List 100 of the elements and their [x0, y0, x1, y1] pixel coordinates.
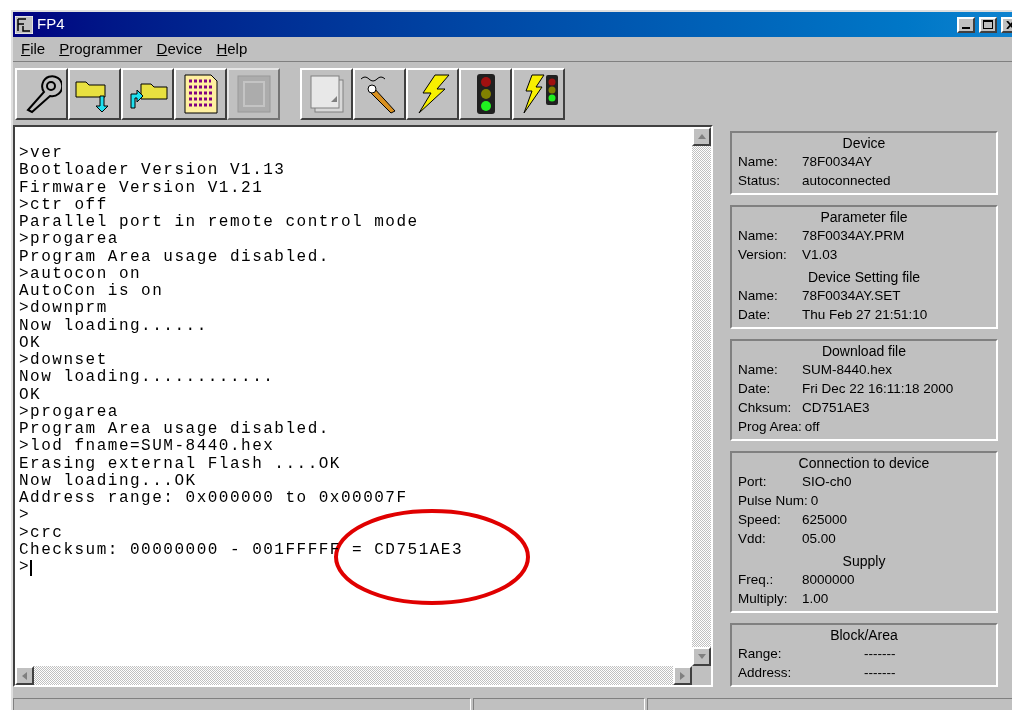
- console-line: Parallel port in remote control mode: [19, 214, 419, 232]
- field-label: Date:: [738, 306, 772, 324]
- field-value: 05.00: [802, 530, 836, 548]
- vertical-scrollbar[interactable]: [692, 127, 711, 666]
- field-value: SIO-ch0: [802, 473, 852, 491]
- scroll-up-button[interactable]: [692, 127, 711, 146]
- field-value: 625000: [802, 511, 848, 529]
- field-value: off: [804, 418, 820, 436]
- maximize-icon: [983, 20, 993, 29]
- toolbar-button[interactable]: [406, 67, 459, 120]
- horizontal-scrollbar[interactable]: [15, 666, 692, 685]
- group-heading: Block/Area: [829, 626, 899, 644]
- toolbar-button[interactable]: [121, 67, 174, 120]
- up-arrow-icon: [697, 134, 706, 139]
- down-arrow-icon: [697, 654, 706, 659]
- console-line: >downset: [19, 352, 108, 369]
- toolbar-button[interactable]: [459, 67, 512, 120]
- field-label: Pulse Num:: [738, 492, 809, 510]
- close-icon: [1005, 20, 1012, 29]
- toolbar-button[interactable]: [15, 67, 68, 120]
- menu-item[interactable]: Device: [152, 37, 207, 61]
- toolbar-button[interactable]: [512, 67, 565, 120]
- field-label: Address:: [738, 664, 793, 682]
- binary-document-icon: [182, 72, 219, 115]
- console-line: >ver: [19, 145, 64, 162]
- group-heading: Parameter file: [819, 208, 909, 226]
- console-line: Erasing external Flash ....OK: [19, 455, 341, 473]
- field-label: Version:: [738, 246, 788, 264]
- blank-page-icon: [308, 73, 345, 114]
- console-line: >: [19, 507, 31, 525]
- console-output[interactable]: [15, 127, 692, 666]
- console-line: OK: [19, 386, 42, 404]
- maximize-button[interactable]: [979, 16, 997, 33]
- field-label: Freq.:: [738, 571, 775, 589]
- console-line: AutoCon is on: [19, 283, 164, 300]
- group-heading: Device Setting file: [806, 268, 922, 286]
- field-value: 8000000: [802, 571, 855, 589]
- console-line: >lod fname=SUM-8440.hex: [19, 438, 275, 456]
- field-value: 78F0034AY.PRM: [802, 227, 905, 245]
- field-value: Fri Dec 22 16:11:18 2000: [802, 380, 954, 398]
- field-value: 78F0034AY: [802, 153, 873, 171]
- field-label: Name:: [738, 153, 779, 171]
- field-value: 1.00: [802, 590, 829, 608]
- console-line: Address range: 0x000000 to 0x00007F: [19, 490, 408, 508]
- field-label: Name:: [738, 361, 779, 379]
- app-icon: [15, 15, 33, 34]
- field-label: Status:: [738, 172, 782, 190]
- toolbar-button[interactable]: [174, 67, 227, 120]
- console-prompt: >: [19, 559, 31, 577]
- scroll-left-button[interactable]: [15, 666, 34, 685]
- minimize-button[interactable]: [957, 16, 975, 33]
- field-label: Name:: [738, 287, 779, 305]
- right-arrow-icon: [680, 671, 685, 680]
- console-line: >progarea: [19, 403, 119, 421]
- field-label: Prog Area:: [738, 418, 803, 436]
- console-line: Now loading............: [19, 369, 275, 387]
- group-heading: Supply: [841, 552, 887, 570]
- field-value: -------: [863, 664, 896, 682]
- field-label: Vdd:: [738, 530, 767, 548]
- field-label: Multiply:: [738, 590, 789, 608]
- field-value: 0: [810, 492, 819, 510]
- toolbar-button[interactable]: [300, 67, 353, 120]
- field-label: Range:: [738, 645, 783, 663]
- group-heading: Download file: [820, 342, 908, 360]
- menu-item[interactable]: Programmer: [55, 37, 147, 61]
- group-heading: Connection to device: [797, 454, 931, 472]
- field-value: V1.03: [802, 246, 838, 264]
- console-line: OK: [19, 334, 42, 352]
- console-line: >progarea: [19, 231, 119, 249]
- toolbar-button[interactable]: [68, 67, 121, 120]
- field-label: Port:: [738, 473, 768, 491]
- scroll-down-button[interactable]: [692, 647, 711, 666]
- console-line: Bootloader Version V1.13: [19, 162, 286, 180]
- field-label: Date:: [738, 380, 772, 398]
- chip-icon: [235, 73, 272, 114]
- field-label: Speed:: [738, 511, 782, 529]
- toolbar-button[interactable]: [353, 67, 406, 120]
- menu-item[interactable]: File: [17, 37, 50, 61]
- text-cursor: [30, 559, 33, 576]
- console-line: Program Area usage disabled.: [19, 248, 330, 266]
- field-value: 78F0034AY.SET: [802, 287, 901, 305]
- left-arrow-icon: [22, 671, 27, 680]
- field-value: Thu Feb 27 21:51:10: [802, 306, 928, 324]
- window-title: FP4: [37, 14, 65, 35]
- minimize-icon: [962, 26, 970, 29]
- field-value: -------: [863, 645, 896, 663]
- console-line: >downprm: [19, 300, 108, 318]
- menu-item[interactable]: Help: [212, 37, 252, 61]
- field-label: Name:: [738, 227, 779, 245]
- console-line: Firmware Version V1.21: [19, 179, 264, 197]
- field-label: Chksum:: [738, 399, 793, 417]
- console-line: Now loading...OK: [19, 472, 197, 490]
- field-value: CD751AE3: [802, 399, 870, 417]
- console-line: Now loading......: [19, 317, 208, 335]
- console-line: >ctr off: [19, 196, 108, 214]
- console-line: >autocon on: [19, 265, 142, 283]
- field-value: SUM-8440.hex: [802, 361, 893, 379]
- field-value: autoconnected: [802, 172, 891, 190]
- console-line: Program Area usage disabled.: [19, 421, 330, 438]
- scroll-right-button[interactable]: [673, 666, 692, 685]
